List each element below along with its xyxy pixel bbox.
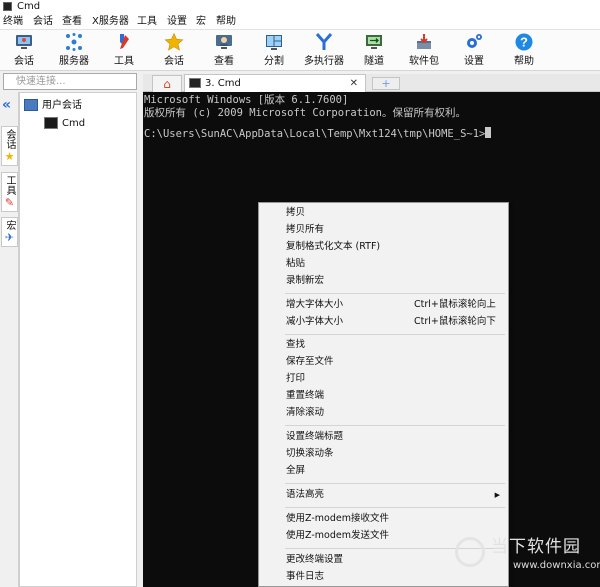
side-tab-tools[interactable]: 工具 ✎: [1, 172, 18, 212]
toolbar-view-button[interactable]: 查看: [202, 30, 246, 71]
view-icon: [216, 35, 232, 49]
tree-node-user-sessions[interactable]: 用户会话: [24, 99, 82, 113]
settings-icon: [467, 34, 482, 48]
menu-item-copy-all[interactable]: 拷贝所有: [259, 222, 508, 238]
wrench-icon: ✎: [4, 196, 15, 209]
star-icon: [164, 32, 184, 51]
toolbar: 会话 服务器 工具 会话 查看 分割 多执行器 隧道 软件包 设置 ? 帮助: [0, 30, 600, 71]
menu-separator: [285, 483, 505, 484]
menu-item-save-to-file[interactable]: 保存至文件: [259, 354, 508, 370]
toolbar-packages-button[interactable]: 软件包: [402, 30, 446, 71]
session-tree: 用户会话 Cmd: [19, 92, 137, 587]
tab-cmd[interactable]: 3. Cmd ✕: [184, 74, 366, 92]
terminal-line: 版权所有 (c) 2009 Microsoft Corporation。保留所有…: [144, 107, 466, 119]
home-icon: ⌂: [163, 77, 171, 91]
watermark-url: www.downxia.com: [513, 560, 600, 571]
split-icon: [266, 35, 282, 50]
menu-item-clear-scrollback[interactable]: 清除滚动: [259, 405, 508, 421]
side-tab-bar: « 会话 ★ 工具 ✎ 宏 ✈: [0, 92, 19, 587]
menu-item-decrease-font[interactable]: 减小字体大小 Ctrl+鼠标滚轮向下: [259, 314, 508, 330]
app-logo-icon: [3, 2, 12, 11]
watermark: 当下软件园 www.downxia.com: [455, 533, 600, 587]
tree-node-cmd[interactable]: Cmd: [44, 117, 85, 131]
folder-icon: [24, 99, 38, 111]
terminal-line: Microsoft Windows [版本 6.1.7600]: [144, 94, 349, 106]
watermark-logo-icon: [455, 537, 485, 567]
help-icon: ?: [515, 33, 533, 51]
menu-item-find[interactable]: 查找: [259, 337, 508, 353]
side-tab-macros[interactable]: 宏 ✈: [1, 217, 18, 247]
menu-item-record-macro[interactable]: 录制新宏: [259, 273, 508, 289]
toolbar-split-button[interactable]: 分割: [252, 30, 296, 71]
watermark-text: 当下软件园: [491, 537, 581, 557]
menu-item-zmodem-receive[interactable]: 使用Z-modem接收文件: [259, 511, 508, 527]
tools-icon: [120, 34, 129, 49]
menu-macros[interactable]: 宏: [196, 13, 206, 30]
menu-sessions[interactable]: 会话: [33, 13, 53, 30]
menu-separator: [285, 334, 505, 335]
package-icon: [417, 34, 431, 49]
menu-separator: [285, 425, 505, 426]
monitor-icon: [16, 35, 32, 49]
menu-item-toggle-scrollbar[interactable]: 切换滚动条: [259, 446, 508, 462]
menu-separator: [285, 507, 505, 508]
menu-item-copy-rtf[interactable]: 复制格式化文本 (RTF): [259, 239, 508, 255]
menu-help[interactable]: 帮助: [216, 13, 236, 30]
toolbar-tools-button[interactable]: 工具: [102, 30, 146, 71]
toolbar-favorites-button[interactable]: 会话: [152, 30, 196, 71]
terminal-icon: [189, 78, 201, 88]
star-icon: ★: [4, 150, 15, 163]
toolbar-multiexec-button[interactable]: 多执行器: [302, 30, 346, 71]
svg-text:?: ?: [520, 35, 528, 50]
menu-item-syntax-highlighting[interactable]: 语法高亮 ▶: [259, 487, 508, 503]
macro-icon: ✈: [4, 231, 15, 244]
title-bar: Cmd: [0, 0, 600, 13]
terminal-prompt: C:\Users\SunAC\AppData\Local\Temp\Mxt124…: [144, 128, 486, 140]
menu-item-fullscreen[interactable]: 全屏: [259, 463, 508, 479]
menu-item-increase-font[interactable]: 增大字体大小 Ctrl+鼠标滚轮向上: [259, 297, 508, 313]
menu-item-reset-terminal[interactable]: 重置终端: [259, 388, 508, 404]
menu-xserver[interactable]: X服务器: [92, 13, 129, 30]
menu-item-print[interactable]: 打印: [259, 371, 508, 387]
context-menu: 拷贝 拷贝所有 复制格式化文本 (RTF) 粘贴 录制新宏 增大字体大小 Ctrl…: [258, 202, 509, 587]
collapse-sidebar-icon[interactable]: «: [2, 98, 11, 112]
toolbar-settings-button[interactable]: 设置: [452, 30, 496, 71]
home-tab[interactable]: ⌂: [152, 75, 182, 92]
new-tab-button[interactable]: +: [372, 77, 400, 90]
menu-bar: 终端 会话 查看 X服务器 工具 设置 宏 帮助: [0, 13, 600, 30]
menu-separator: [285, 293, 505, 294]
menu-settings[interactable]: 设置: [167, 13, 187, 30]
window-title: Cmd: [17, 1, 41, 12]
menu-tools[interactable]: 工具: [137, 13, 157, 30]
menu-item-copy[interactable]: 拷贝: [259, 205, 508, 221]
toolbar-help-button[interactable]: ? 帮助: [502, 30, 546, 71]
submenu-arrow-icon: ▶: [494, 491, 500, 499]
terminal-icon: [44, 117, 58, 129]
text-cursor: [485, 127, 492, 138]
network-icon: [66, 33, 82, 51]
menu-terminal[interactable]: 终端: [3, 13, 23, 30]
close-tab-icon[interactable]: ✕: [350, 75, 358, 92]
terminal-prompt-line: C:\Users\SunAC\AppData\Local\Temp\Mxt124…: [144, 127, 492, 141]
tunnel-icon: [366, 35, 382, 49]
multiexec-icon: [315, 33, 333, 50]
toolbar-servers-button[interactable]: 服务器: [52, 30, 96, 71]
quick-connect-input[interactable]: 快速连接...: [3, 73, 137, 90]
toolbar-session-button[interactable]: 会话: [2, 30, 46, 71]
menu-item-paste[interactable]: 粘贴: [259, 256, 508, 272]
toolbar-tunnel-button[interactable]: 隧道: [352, 30, 396, 71]
menu-item-set-title[interactable]: 设置终端标题: [259, 429, 508, 445]
menu-view[interactable]: 查看: [62, 13, 82, 30]
side-tab-sessions[interactable]: 会话 ★: [1, 126, 18, 166]
